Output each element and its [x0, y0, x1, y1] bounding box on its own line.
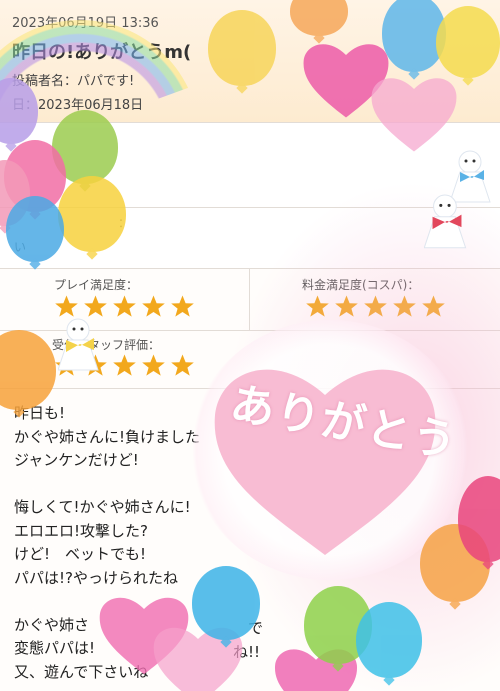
- message-line: エロエロ!攻撃した?: [14, 521, 148, 540]
- message-line: けど! ベットでも!: [14, 545, 147, 563]
- star-icon: [363, 294, 388, 319]
- star-icon: [54, 294, 79, 319]
- message-line: パパは!?やっけられたね: [14, 568, 178, 587]
- play-date: 日：2023年06月18日: [12, 98, 144, 113]
- divider: [0, 330, 500, 331]
- blank-row-2: ： い: [0, 208, 500, 268]
- message-line: 又、遊んで下さいね: [14, 662, 149, 681]
- message-line: [14, 590, 484, 614]
- message-line: かぐや姉さんに!負けました: [14, 427, 201, 446]
- price-satisfaction-stars: [305, 294, 446, 319]
- star-icon: [54, 353, 79, 378]
- star-icon: [421, 294, 446, 319]
- blank-row-1: [0, 123, 500, 207]
- staff-rating-stars: [54, 353, 195, 378]
- row-value: い: [14, 240, 27, 254]
- divider: [0, 268, 500, 269]
- star-icon: [112, 353, 137, 378]
- message-line: ジャンケンだけど!: [14, 451, 139, 469]
- header: 2023年06月19日 13:36 昨日の!ありがとうm( 投稿者名：パパです!…: [0, 0, 500, 122]
- star-icon: [83, 353, 108, 378]
- post-title-trailing: m(: [164, 42, 192, 63]
- price-satisfaction-label: 料金満足度(コスパ)：: [302, 278, 420, 292]
- post-title[interactable]: 昨日の!ありがとうm(: [12, 38, 191, 64]
- message-line: [14, 473, 484, 497]
- column-divider: [249, 268, 250, 330]
- star-icon: [305, 294, 330, 319]
- staff-rating-label: 受付スタッフ評価：: [52, 338, 161, 352]
- star-icon: [112, 294, 137, 319]
- poster-name: 投稿者名：パパです!: [12, 74, 135, 89]
- star-icon: [83, 294, 108, 319]
- star-icon: [170, 353, 195, 378]
- play-satisfaction-stars: [54, 294, 195, 319]
- message-line: 昨日も!: [14, 404, 66, 422]
- message-line: 悔しくて!かぐや姉さんに!: [14, 498, 191, 516]
- star-icon: [392, 294, 417, 319]
- star-icon: [334, 294, 359, 319]
- orange-balloon-icon: [0, 330, 56, 410]
- star-icon: [170, 294, 195, 319]
- post-title-text: 昨日の!ありがとう: [12, 42, 165, 63]
- post-date: 2023年06月19日 13:36: [12, 16, 159, 31]
- play-satisfaction-label: プレイ満足度：: [54, 278, 139, 292]
- page: 2023年06月19日 13:36 昨日の!ありがとうm( 投稿者名：パパです!…: [0, 0, 500, 691]
- star-icon: [141, 294, 166, 319]
- star-icon: [141, 353, 166, 378]
- message-fragment: で: [248, 619, 264, 637]
- divider: [0, 388, 500, 389]
- row-label: ：: [118, 216, 131, 230]
- message-fragment: ね!!: [233, 643, 261, 661]
